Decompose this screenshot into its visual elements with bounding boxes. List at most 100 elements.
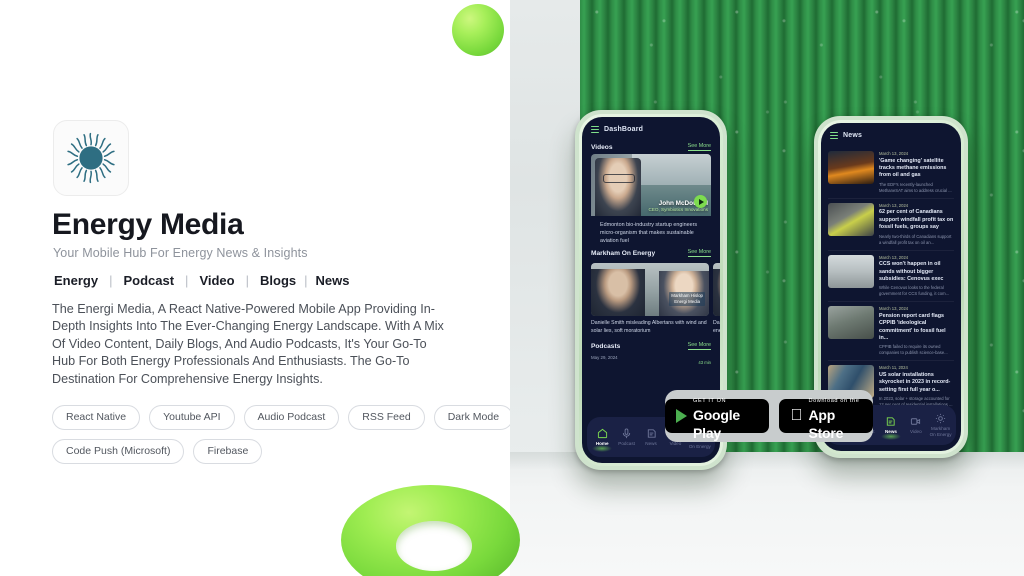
news-list-item[interactable]: March 13, 2024 62 per cent of Canadians … <box>828 199 954 251</box>
poster-canvas: DashBoard Videos See More John McDougall <box>0 0 1024 576</box>
nav-item-markham-on-energy[interactable]: Markham On Energy <box>928 413 953 437</box>
markham-card[interactable]: Danielle Smit energy dinne <box>713 263 720 335</box>
news-list-item[interactable]: March 13, 2024 Pension report card flags… <box>828 302 954 362</box>
podcasts-see-more-link[interactable]: See More <box>687 342 711 351</box>
google-play-icon <box>676 409 687 423</box>
floor-surface <box>510 452 1024 576</box>
tag-rss-feed[interactable]: RSS Feed <box>348 405 425 430</box>
podcasts-section-header: Podcasts See More <box>582 335 720 353</box>
news-thumbnail-flare <box>828 151 874 185</box>
news-summary: The EDF's recently-launched MethaneSAT a… <box>879 181 952 193</box>
nav-link-news[interactable]: News <box>314 273 352 288</box>
markham-card-thumbnail <box>713 263 720 317</box>
nav-link-blogs[interactable]: Blogs <box>258 273 298 288</box>
featured-video-card[interactable]: John McDougall CEO, Symbiotics Innovatio… <box>591 154 711 245</box>
markham-section-header: Markham On Energy See More <box>582 245 720 260</box>
videos-section-header: Videos See More <box>582 139 720 154</box>
product-photo-scene: DashBoard Videos See More John McDougall <box>510 0 1024 576</box>
nav-separator: | <box>245 273 249 288</box>
markham-host-portrait <box>591 269 646 317</box>
google-play-large-label: Google Play <box>693 407 741 441</box>
tag-youtube-api[interactable]: Youtube API <box>149 405 235 430</box>
store-badges-panel: GET IT ON Google Play  Download on the … <box>665 390 873 442</box>
google-play-badge[interactable]: GET IT ON Google Play <box>665 398 770 441</box>
nav-link-energy[interactable]: Energy <box>52 273 100 288</box>
news-date: March 13, 2024 <box>879 306 909 312</box>
nav-item-podcast[interactable]: Podcast <box>614 428 638 447</box>
markham-card[interactable]: Markham Hislop Energi Media Danielle Smi… <box>591 263 709 335</box>
tech-tag-list: React Native Youtube API Audio Podcast R… <box>52 405 510 473</box>
markham-card-thumbnail: Markham Hislop Energi Media <box>591 263 709 317</box>
nav-label-home: Home <box>595 440 609 446</box>
grey-wall <box>510 0 580 460</box>
markham-see-more-link[interactable]: See More <box>687 249 711 258</box>
tag-audio-podcast[interactable]: Audio Podcast <box>243 405 340 430</box>
nav-label-podcast: Podcast <box>618 440 635 446</box>
nav-link-podcast[interactable]: Podcast <box>121 273 176 288</box>
green-sphere-decoration <box>452 4 504 56</box>
news-headline: US solar installations skyrocket in 2023… <box>879 371 951 393</box>
page-subtitle: Your Mobile Hub For Energy News & Insigh… <box>53 246 308 260</box>
microphone-icon <box>622 428 631 438</box>
news-date: March 11, 2024 <box>879 365 908 371</box>
nav-link-video[interactable]: Video <box>197 273 236 288</box>
news-list-item[interactable]: March 13, 2024 'Game changing' satellite… <box>828 147 954 199</box>
hamburger-icon[interactable] <box>830 132 838 140</box>
podcast-date: May 29, 2024 <box>591 355 618 361</box>
markham-section-title: Markham On Energy <box>591 249 656 257</box>
featured-video-thumbnail: John McDougall CEO, Symbiotics Innovatio… <box>591 154 711 217</box>
news-thumbnail-snow-rig <box>828 254 874 288</box>
apple-icon:  <box>790 408 802 424</box>
podcast-duration: 43 min <box>698 360 711 366</box>
videos-section-title: Videos <box>591 143 613 151</box>
torus-hole <box>396 521 472 571</box>
news-headline: 'Game changing' satellite tracks methane… <box>879 157 947 179</box>
home-icon <box>597 428 607 438</box>
news-summary: Nearly two-thirds of Canadians support a… <box>879 233 952 245</box>
app-store-small-label: Download on the <box>802 398 858 404</box>
app-store-large-label: App Store <box>802 407 843 441</box>
nav-label-news: News <box>645 440 657 446</box>
markham-card-title: Danielle Smith misleading Albertans with… <box>591 320 707 334</box>
news-thumbnail-machinery <box>828 306 874 340</box>
tag-code-push[interactable]: Code Push (Microsoft) <box>52 439 185 464</box>
nav-separator: | <box>304 273 308 288</box>
markham-overlay-role: Energi Media <box>674 299 701 305</box>
markham-card-row: Markham Hislop Energi Media Danielle Smi… <box>582 260 720 335</box>
project-description: The Energi Media, A React Native-Powered… <box>52 302 444 386</box>
app-store-badge[interactable]:  Download on the App Store <box>779 398 873 441</box>
tag-row: Code Push (Microsoft) Firebase <box>52 439 472 464</box>
nav-separator: | <box>185 273 189 288</box>
phone2-header: News <box>821 123 961 145</box>
nav-separator: | <box>109 273 113 288</box>
markham-overlay-name: Markham Hislop <box>671 293 703 299</box>
news-summary: CPPIB failed to require its owned compan… <box>879 344 948 356</box>
tag-react-native[interactable]: React Native <box>52 405 141 430</box>
nav-item-news[interactable]: News <box>879 416 904 435</box>
news-icon <box>647 429 656 438</box>
news-summary: While Cenovus looks to the federal gover… <box>879 285 950 297</box>
news-list-item[interactable]: March 13, 2024 CCS won't happen in oil s… <box>828 251 954 303</box>
featured-video-caption: Edmonton bio-industry startup engineers … <box>600 222 698 245</box>
thumb-sky <box>631 154 711 187</box>
category-nav: Energy | Podcast | Video | Blogs | News <box>52 273 351 288</box>
green-torus-decoration <box>341 485 520 576</box>
nav-item-news[interactable]: News <box>639 428 663 447</box>
phone1-header: DashBoard <box>582 117 720 139</box>
sun-icon <box>935 413 946 423</box>
nav-item-video[interactable]: Video <box>903 416 928 435</box>
hamburger-icon[interactable] <box>591 126 599 134</box>
page-title: Energy Media <box>52 208 244 241</box>
phone1-header-title: DashBoard <box>604 126 644 134</box>
nav-item-home[interactable]: Home <box>590 428 614 447</box>
news-headline: 62 per cent of Canadians support windfal… <box>879 209 954 231</box>
tag-dark-mode[interactable]: Dark Mode <box>433 405 510 430</box>
sun-icon <box>67 132 115 184</box>
markham-host-portrait <box>713 269 720 317</box>
videos-see-more-link[interactable]: See More <box>687 143 711 152</box>
tag-firebase[interactable]: Firebase <box>193 439 263 464</box>
news-list: March 13, 2024 'Game changing' satellite… <box>821 145 961 429</box>
phone2-header-title: News <box>843 132 863 140</box>
google-play-small-label: GET IT ON <box>693 398 727 404</box>
news-icon <box>887 417 896 426</box>
